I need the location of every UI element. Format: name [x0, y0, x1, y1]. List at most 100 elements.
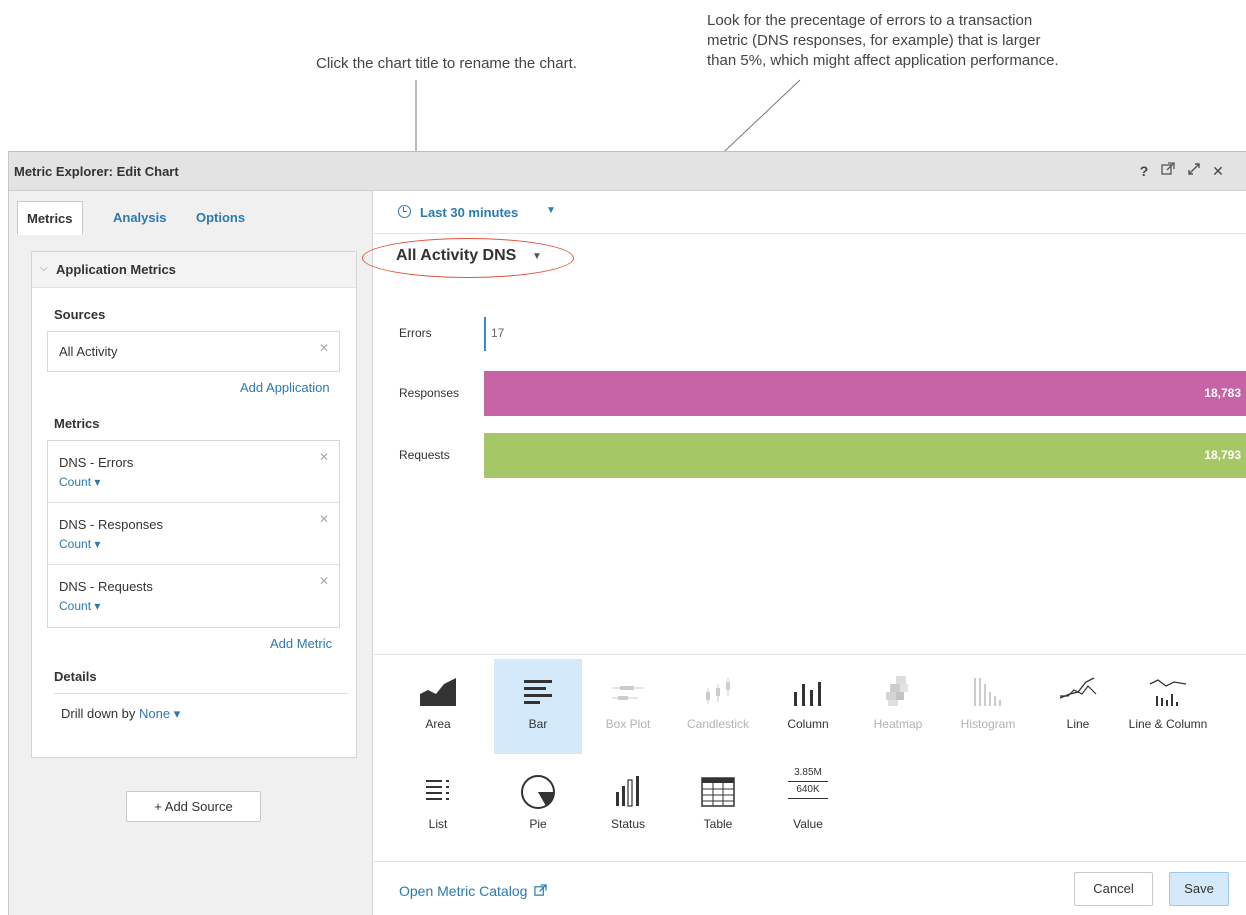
divider: [54, 693, 348, 694]
chart-type-picker: Area Bar Box Plot Candlestick Column Hea…: [374, 654, 1246, 861]
metric-name: DNS - Errors: [59, 455, 134, 470]
chart-pane: Last 30 minutes ▼ All Activity DNS ▼ Err…: [362, 191, 1246, 915]
bar-errors[interactable]: [484, 317, 486, 351]
value-icon: 3.85M 640K: [788, 765, 828, 805]
viz-label: Area: [425, 717, 451, 731]
external-link-icon[interactable]: [1159, 162, 1177, 180]
bar-category-label: Requests: [399, 447, 450, 462]
viz-line[interactable]: Line: [1034, 659, 1122, 754]
viz-label: Candlestick: [686, 717, 750, 731]
viz-label: Status: [610, 817, 646, 831]
remove-icon[interactable]: ✕: [319, 450, 329, 464]
bar-value-label: 18,783: [1204, 385, 1241, 400]
clock-icon: [398, 205, 411, 218]
help-icon[interactable]: ?: [1135, 162, 1153, 180]
chevron-down-icon: ⌵: [40, 263, 48, 274]
external-link-icon: [534, 884, 547, 896]
viz-label: Heatmap: [873, 717, 923, 731]
drill-down-dropdown[interactable]: None ▾: [139, 706, 180, 721]
viz-histogram[interactable]: Histogram: [944, 659, 1032, 754]
caret-down-icon[interactable]: ▼: [546, 205, 556, 216]
panel-header-label: Application Metrics: [56, 262, 176, 277]
bar-value-label: 17: [491, 326, 505, 340]
remove-icon[interactable]: ✕: [319, 512, 329, 526]
save-button[interactable]: Save: [1169, 872, 1229, 906]
table-icon: [701, 777, 735, 807]
viz-heatmap[interactable]: Heatmap: [854, 659, 942, 754]
time-range-bar: Last 30 minutes ▼: [374, 191, 1246, 234]
cancel-button[interactable]: Cancel: [1074, 872, 1153, 906]
status-icon: [616, 776, 639, 807]
caret-down-icon[interactable]: ▼: [532, 251, 542, 262]
aggregation-dropdown[interactable]: Count ▾: [59, 537, 100, 551]
viz-candlestick[interactable]: Candlestick: [674, 659, 762, 754]
viz-column[interactable]: Column: [764, 659, 852, 754]
remove-icon[interactable]: ✕: [319, 574, 329, 588]
footer: Open Metric Catalog Cancel Save: [374, 861, 1246, 915]
metric-item[interactable]: DNS - Responses Count ▾ ✕: [48, 503, 339, 565]
line-chart-icon: [1059, 677, 1097, 699]
line-column-icon: [1149, 679, 1187, 706]
viz-label: Line & Column: [1128, 717, 1208, 731]
viz-list[interactable]: List: [394, 759, 482, 854]
drill-down-row: Drill down by None ▾: [61, 706, 180, 722]
viz-pie[interactable]: Pie: [494, 759, 582, 854]
add-application-link[interactable]: Add Application: [240, 380, 330, 395]
add-source-button[interactable]: + Add Source: [126, 791, 261, 822]
viz-label: Table: [703, 817, 733, 831]
viz-label: Pie: [529, 817, 547, 831]
left-pane: Metrics Analysis Options ⌵ Application M…: [9, 191, 373, 915]
bar-value-label: 18,793: [1204, 447, 1241, 462]
viz-line-column[interactable]: Line & Column: [1124, 659, 1212, 754]
metric-item[interactable]: DNS - Requests Count ▾ ✕: [48, 565, 339, 627]
window-title: Metric Explorer: Edit Chart: [14, 164, 179, 179]
callout-errors-hint: Look for the precentage of errors to a t…: [707, 12, 1059, 69]
viz-label: Box Plot: [605, 717, 651, 731]
bar-responses[interactable]: [484, 371, 1246, 416]
viz-label: Column: [787, 717, 829, 731]
aggregation-dropdown[interactable]: Count ▾: [59, 599, 100, 613]
aggregation-dropdown[interactable]: Count ▾: [59, 475, 100, 489]
metric-item[interactable]: DNS - Errors Count ▾ ✕: [48, 441, 339, 503]
viz-box-plot[interactable]: Box Plot: [584, 659, 672, 754]
callout-rename-hint: Click the chart title to rename the char…: [316, 55, 577, 72]
area-chart-icon: [420, 678, 456, 706]
expand-icon[interactable]: [1185, 162, 1203, 180]
sources-title: Sources: [54, 307, 106, 322]
heatmap-icon: [886, 676, 908, 706]
bar-chart-icon: [524, 680, 552, 704]
metric-name: DNS - Requests: [59, 579, 153, 594]
window-titlebar: Metric Explorer: Edit Chart ? ✕: [9, 151, 1246, 191]
viz-table[interactable]: Table: [674, 759, 762, 854]
time-range-selector[interactable]: Last 30 minutes: [420, 205, 518, 220]
tab-analysis[interactable]: Analysis: [104, 201, 175, 235]
details-title: Details: [54, 669, 97, 684]
metric-explorer-window: Metric Explorer: Edit Chart ? ✕ Metrics …: [8, 151, 1246, 915]
viz-area[interactable]: Area: [394, 659, 482, 754]
viz-status[interactable]: Status: [584, 759, 672, 854]
box-plot-icon: [612, 686, 644, 700]
bar-category-label: Errors: [399, 326, 432, 340]
viz-label: Value: [793, 817, 823, 831]
sources-list: All Activity ✕: [47, 331, 340, 372]
chart-title[interactable]: All Activity DNS: [396, 247, 516, 265]
source-item[interactable]: All Activity ✕: [48, 332, 339, 371]
histogram-icon: [974, 678, 1001, 706]
source-name: All Activity: [59, 344, 118, 359]
tab-metrics[interactable]: Metrics: [17, 201, 83, 235]
close-icon[interactable]: ✕: [1209, 162, 1227, 180]
panel-header[interactable]: ⌵ Application Metrics: [32, 252, 356, 288]
drill-label: Drill down by: [61, 706, 136, 721]
application-metrics-panel: ⌵ Application Metrics Sources All Activi…: [31, 251, 357, 758]
bar-requests[interactable]: [484, 433, 1246, 478]
viz-label: Line: [1066, 717, 1090, 731]
add-metric-link[interactable]: Add Metric: [270, 636, 332, 651]
viz-label: Bar: [528, 717, 548, 731]
viz-bar[interactable]: Bar: [494, 659, 582, 754]
tab-options[interactable]: Options: [187, 201, 254, 235]
viz-value[interactable]: 3.85M 640K Value: [764, 759, 852, 854]
open-metric-catalog-link[interactable]: Open Metric Catalog: [399, 883, 547, 899]
bar-category-label: Responses: [399, 385, 460, 400]
remove-icon[interactable]: ✕: [319, 341, 329, 355]
column-chart-icon: [794, 682, 821, 706]
